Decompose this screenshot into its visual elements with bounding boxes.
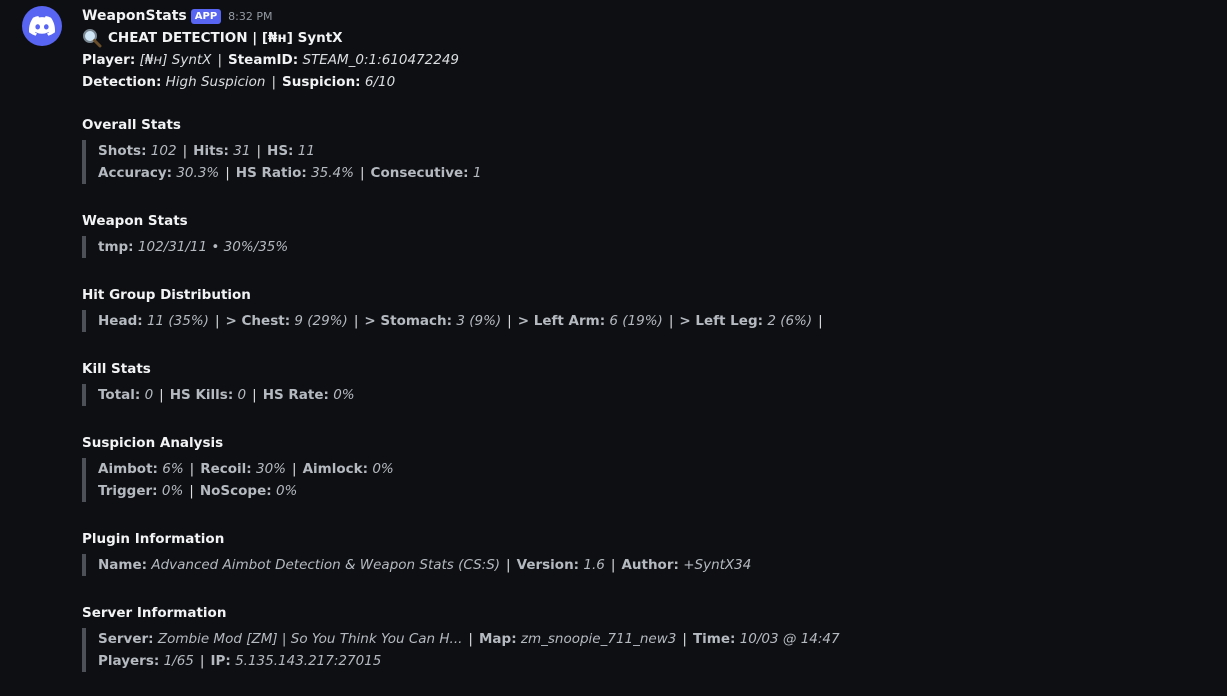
section-title: Weapon Stats <box>82 213 188 229</box>
section-title: Overall Stats <box>82 117 181 133</box>
blockquote: Name: Advanced Aimbot Detection & Weapon… <box>82 554 751 576</box>
blockquote: Server: Zombie Mod [ZM] | So You Think Y… <box>82 628 840 672</box>
discord-icon <box>29 16 55 36</box>
section-title: Kill Stats <box>82 361 151 377</box>
embed-title: CHEAT DETECTION | [₦ʜ] SyntX <box>82 27 1207 49</box>
title-text: CHEAT DETECTION | [₦ʜ] SyntX <box>108 30 343 46</box>
section-title: Plugin Information <box>82 531 225 547</box>
detection-line: Detection: High Suspicion | Suspicion: 6/1… <box>82 74 396 90</box>
overall-stats-section: Overall Stats Shots: 102 | Hits: 31 | HS: 11… <box>82 114 481 184</box>
server-info-section: Server Information Server: Zombie Mod [Z… <box>82 602 840 672</box>
blockquote: Shots: 102 | Hits: 31 | HS: 11 Accuracy: 30.… <box>82 140 481 184</box>
message-content: WeaponStats APP 8:32 PM CHEAT DETECTION … <box>82 6 1207 672</box>
timestamp[interactable]: 8:32 PM <box>228 10 272 23</box>
section-title: Suspicion Analysis <box>82 435 224 451</box>
message-header: WeaponStats APP 8:32 PM <box>82 6 1207 26</box>
blockquote: Aimbot: 6% | Recoil: 30% | Aimlock: 0% Trigg… <box>82 458 394 502</box>
blockquote: Total: 0 | HS Kills: 0 | HS Rate: 0% <box>82 384 355 406</box>
kill-stats-section: Kill Stats Total: 0 | HS Kills: 0 | HS Rate:… <box>82 358 355 406</box>
hit-group-section: Hit Group Distribution Head: 11 (35%) | > … <box>82 284 829 332</box>
player-line: Player: [₦ʜ] SyntX | SteamID: STEAM_0:1:61… <box>82 52 459 68</box>
suspicion-analysis-section: Suspicion Analysis Aimbot: 6% | Recoil: 30… <box>82 432 394 502</box>
author-name[interactable]: WeaponStats <box>82 8 187 24</box>
blockquote: tmp: 102/31/11 • 30%/35% <box>82 236 288 258</box>
magnifying-glass-icon <box>83 29 102 48</box>
blockquote: Head: 11 (35%) | > Chest: 9 (29%) | > Stomac… <box>82 310 829 332</box>
weapon-stats-section: Weapon Stats tmp: 102/31/11 • 30%/35% <box>82 210 288 258</box>
app-badge: APP <box>190 8 222 24</box>
bot-avatar[interactable] <box>22 6 62 46</box>
plugin-info-section: Plugin Information Name: Advanced Aimbot… <box>82 528 751 576</box>
message: WeaponStats APP 8:32 PM CHEAT DETECTION … <box>0 0 1227 696</box>
section-title: Server Information <box>82 605 227 621</box>
section-title: Hit Group Distribution <box>82 287 251 303</box>
